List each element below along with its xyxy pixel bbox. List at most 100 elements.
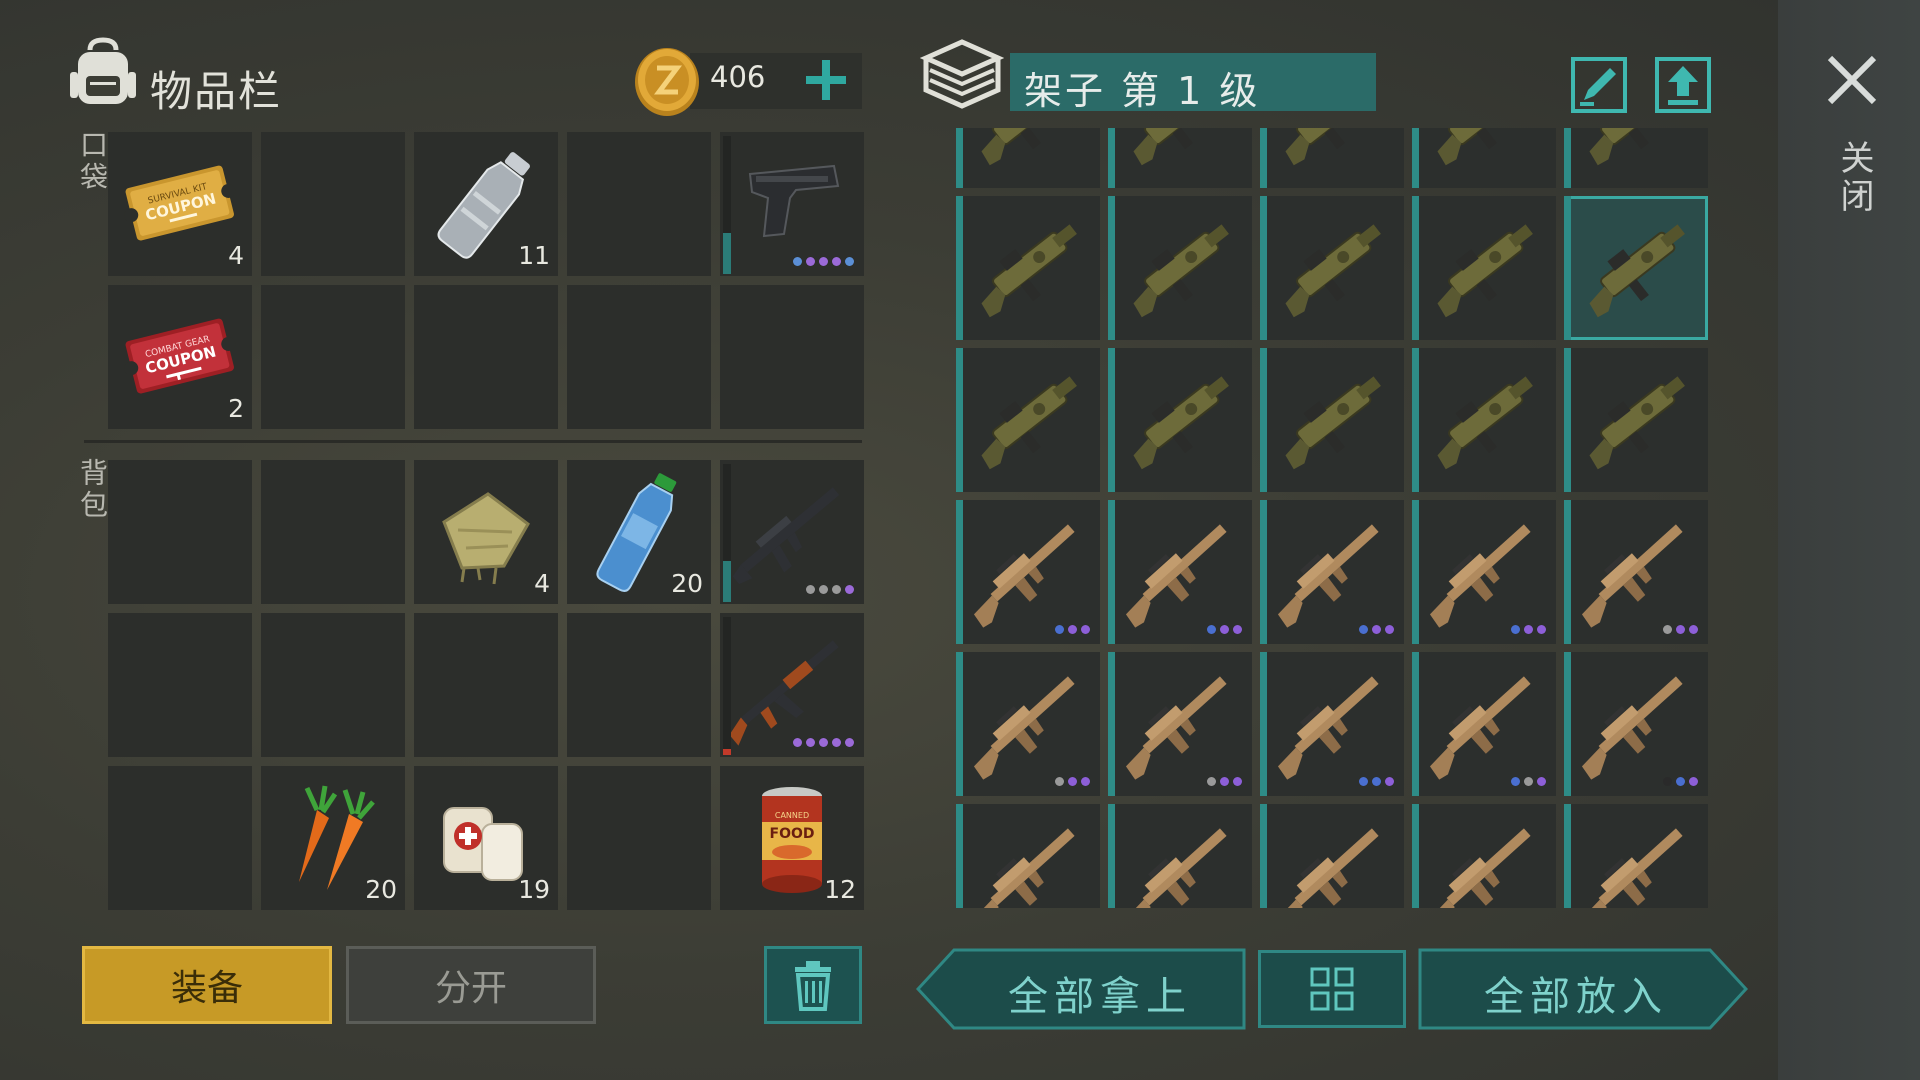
shelf-slot[interactable] [1412,652,1556,796]
shelf-slot[interactable] [956,804,1100,908]
shelf-slot[interactable] [1260,196,1404,340]
rarity-dots [1663,777,1698,786]
shelf-slot[interactable] [1260,500,1404,644]
durability-bar [723,233,731,274]
shelf-slot[interactable] [1108,804,1252,908]
shelf-slot[interactable] [1108,196,1252,340]
sort-button[interactable] [1258,950,1406,1028]
item-slot[interactable]: CANNED FOOD 12 [720,766,864,910]
upload-button[interactable] [1654,56,1712,114]
rarity-dot [1663,777,1672,786]
rarity-dot [1359,777,1368,786]
empty-slot[interactable] [261,460,405,604]
shelf-slot[interactable] [1412,804,1556,908]
empty-slot[interactable] [567,613,711,757]
item-slot[interactable]: 20 [567,460,711,604]
shelf-slot[interactable] [1412,500,1556,644]
rarity-dot [806,738,815,747]
rarity-dot [819,257,828,266]
item-slot[interactable]: 11 [414,132,558,276]
rarity-dot [1689,777,1698,786]
empty-slot[interactable] [414,285,558,429]
shelf-slot[interactable] [1260,652,1404,796]
shelf-slot[interactable] [1412,196,1556,340]
item-quantity: 2 [228,394,244,423]
slot-edge [956,348,963,492]
rarity-dot [832,738,841,747]
slot-edge [1412,500,1419,644]
shelf-slot[interactable] [1260,128,1404,188]
shelf-grid [956,128,1712,908]
slot-edge [1108,652,1115,796]
equip-button[interactable]: 装备 [82,946,332,1024]
shelf-slot[interactable] [1108,652,1252,796]
scar-rifle-icon [1581,676,1683,780]
empty-slot[interactable] [261,132,405,276]
shelf-slot[interactable] [956,128,1100,188]
shelf-slot[interactable] [1564,128,1708,188]
shelf-slot[interactable] [1564,500,1708,644]
shelf-slot[interactable] [1108,348,1252,492]
shelf-slot[interactable] [1412,128,1556,188]
item-slot[interactable] [720,132,864,276]
item-slot[interactable]: 19 [414,766,558,910]
grenade-launcher-icon [1437,128,1524,166]
scar-rifle-icon [973,524,1075,628]
item-slot[interactable]: COMBAT GEAR COUPON 2 [108,285,252,429]
shelf-slot[interactable] [1108,500,1252,644]
item-slot[interactable] [720,613,864,757]
empty-slot[interactable] [567,285,711,429]
shelf-slot[interactable] [956,348,1100,492]
item-slot[interactable]: 4 [414,460,558,604]
trash-button[interactable] [764,946,862,1024]
split-button[interactable]: 分开 [346,946,596,1024]
empty-slot[interactable] [720,285,864,429]
item-slot[interactable]: 20 [261,766,405,910]
empty-slot[interactable] [108,613,252,757]
rarity-dot [1068,625,1077,634]
rarity-dot [1207,777,1216,786]
scar-rifle-icon [1125,676,1227,780]
grenade-launcher-icon [1285,128,1372,166]
slot-edge [1260,652,1267,796]
rename-button[interactable] [1570,56,1628,114]
scar-rifle-icon [1581,524,1683,628]
slot-edge [1412,128,1419,188]
slot-edge [1564,804,1571,908]
rarity-dot [1676,625,1685,634]
item-slot[interactable] [720,460,864,604]
rarity-dot [1220,777,1229,786]
rarity-dot [1385,625,1394,634]
empty-slot[interactable] [567,132,711,276]
empty-slot[interactable] [108,766,252,910]
slot-edge [1108,500,1115,644]
shelf-slot[interactable] [1564,804,1708,908]
shelf-slot[interactable] [1564,652,1708,796]
rarity-dot [806,257,815,266]
empty-slot[interactable] [261,285,405,429]
rarity-dots [1511,777,1546,786]
take-all-label: 全部拿上 [1008,974,1192,1020]
item-slot[interactable]: SURVIVAL KIT COUPON 4 [108,132,252,276]
slot-edge [956,804,963,908]
close-button[interactable] [1826,54,1878,106]
shelf-slot[interactable] [1564,348,1708,492]
empty-slot[interactable] [567,766,711,910]
shelf-slot[interactable] [956,652,1100,796]
add-coins-button[interactable] [800,48,852,110]
rarity-dot [1676,777,1685,786]
shelf-slot[interactable] [1108,128,1252,188]
shelf-slot[interactable] [1564,196,1708,340]
empty-slot[interactable] [414,613,558,757]
rarity-dot [845,585,854,594]
slot-edge [956,652,963,796]
shelf-slot[interactable] [1260,804,1404,908]
shelf-slot[interactable] [956,500,1100,644]
shelf-slot[interactable] [956,196,1100,340]
shelf-slot[interactable] [1260,348,1404,492]
survival-kit-coupon-icon: SURVIVAL KITCOUPON [124,165,236,241]
shelf-slot[interactable] [1412,348,1556,492]
empty-slot[interactable] [108,460,252,604]
grenade-launcher-icon [1133,376,1229,470]
empty-slot[interactable] [261,613,405,757]
